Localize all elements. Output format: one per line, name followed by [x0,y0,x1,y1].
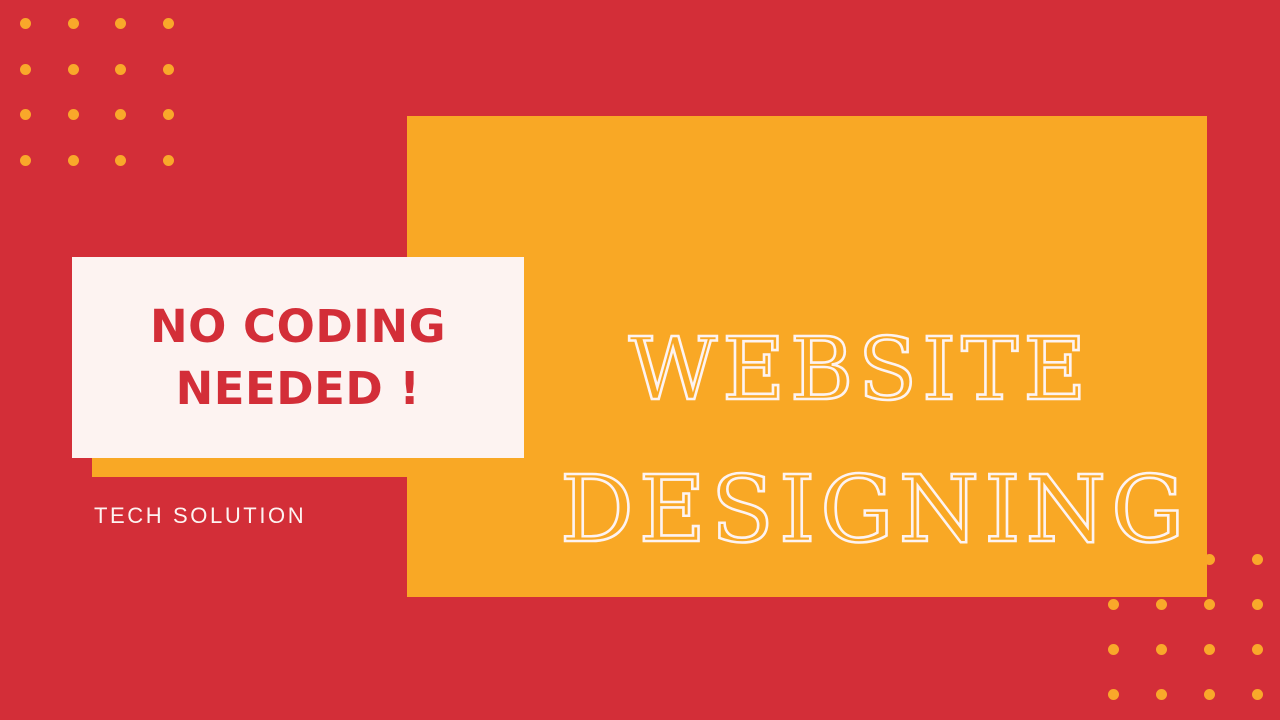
dot-icon [115,154,126,166]
dot-icon [162,109,174,120]
dot-icon [115,63,126,75]
dot-icon [1252,554,1263,565]
dot-icon [1108,689,1119,700]
dot-icon [20,154,31,166]
brand-subtitle: TECH SOLUTION [94,503,307,528]
dot-icon [67,63,79,75]
dot-icon [1108,599,1119,610]
dot-icon [1204,599,1215,610]
dot-icon [1252,689,1263,700]
dot-icon [1108,644,1119,655]
dot-icon [67,109,79,120]
dot-icon [1156,689,1167,700]
dot-grid-top-left [20,18,210,200]
slide-canvas: WEBSITE DESIGNING NO CODING NEEDED ! TEC… [0,0,1280,720]
dot-icon [1156,644,1167,655]
callout-line-2: NEEDED ! [175,361,421,415]
dot-icon [20,18,31,29]
dot-icon [162,18,174,29]
dot-icon [1204,689,1215,700]
dot-icon [1204,644,1215,655]
dot-icon [162,154,174,166]
dot-icon [115,18,126,29]
dot-icon [1156,599,1167,610]
dot-icon [162,63,174,75]
dot-icon [67,18,79,29]
dot-icon [1252,644,1263,655]
dot-icon [1252,599,1263,610]
dot-icon [20,109,31,120]
callout-line-1: NO CODING [149,299,447,353]
orange-panel [407,116,1207,597]
dot-icon [115,109,126,120]
dot-icon [20,63,31,75]
callout-card: NO CODING NEEDED ! [72,257,524,458]
dot-icon [67,154,79,166]
